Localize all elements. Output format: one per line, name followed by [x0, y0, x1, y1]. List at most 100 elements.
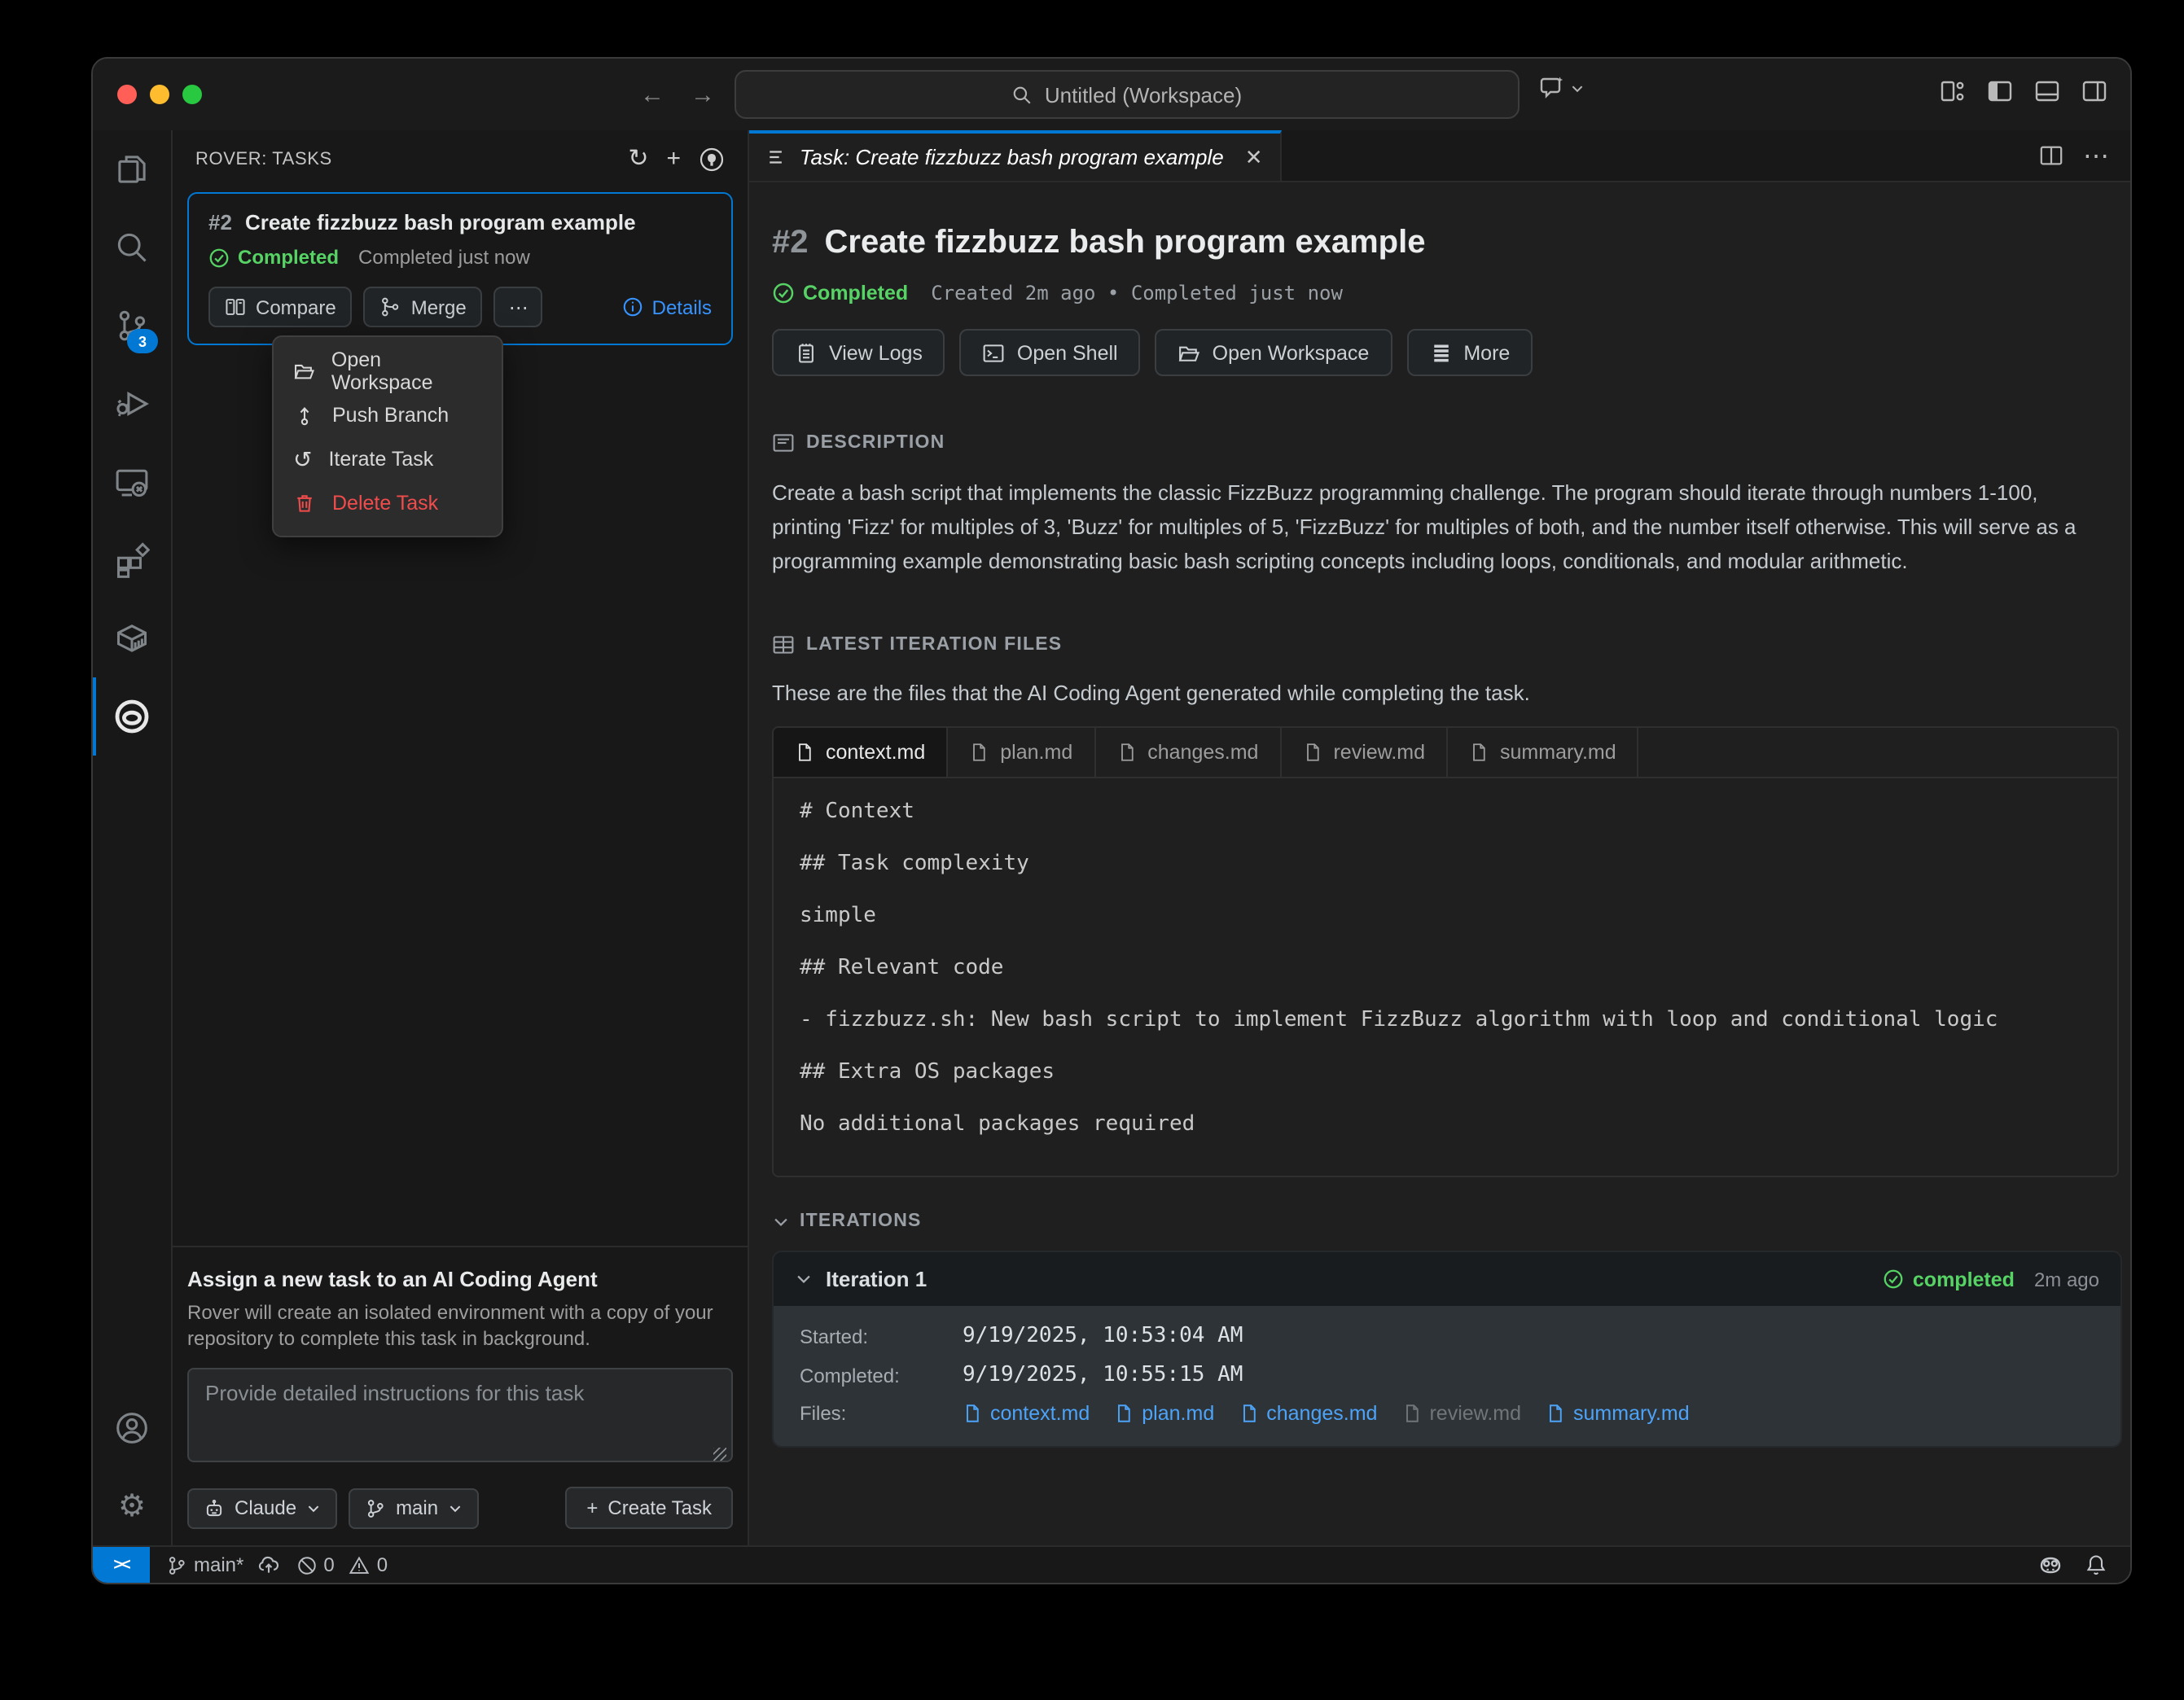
more-button[interactable]: More — [1406, 329, 1533, 376]
push-branch-icon — [293, 403, 316, 426]
copilot-menu-button[interactable] — [1539, 75, 1585, 101]
rover-view-button[interactable] — [93, 677, 171, 756]
file-icon — [1239, 1404, 1258, 1423]
close-tab-icon[interactable]: ✕ — [1245, 144, 1263, 170]
explorer-view-button[interactable] — [93, 130, 171, 208]
iterations-heading: ITERATIONS — [800, 1211, 922, 1231]
warning-count: 0 — [377, 1553, 388, 1576]
create-task-button[interactable]: + Create Task — [565, 1487, 733, 1529]
remote-indicator[interactable]: >< — [93, 1547, 150, 1583]
customize-layout-icon[interactable] — [1940, 78, 1966, 104]
file-link-summary[interactable]: summary.md — [1546, 1402, 1690, 1425]
git-branch-icon — [365, 1497, 386, 1518]
add-task-icon[interactable]: + — [666, 147, 681, 171]
details-link[interactable]: Details — [623, 296, 712, 318]
source-control-view-button[interactable]: 3 — [93, 287, 171, 365]
toggle-primary-sidebar-icon[interactable] — [1987, 78, 2013, 104]
split-editor-icon[interactable] — [2039, 143, 2063, 168]
agent-select[interactable]: Claude — [187, 1488, 337, 1528]
menu-item-open-workspace[interactable]: Open Workspace — [274, 348, 502, 392]
search-icon — [114, 230, 150, 265]
open-shell-label: Open Shell — [1017, 341, 1118, 364]
window-controls — [117, 85, 202, 104]
check-circle-icon — [1884, 1268, 1905, 1290]
menu-item-iterate-task[interactable]: ↺ Iterate Task — [274, 436, 502, 480]
page-title: Create fizzbuzz bash program example — [825, 225, 1426, 262]
maximize-window-button[interactable] — [182, 85, 202, 104]
back-icon[interactable]: ← — [640, 81, 664, 108]
file-link-plan[interactable]: plan.md — [1114, 1402, 1214, 1425]
file-content: # Context ## Task complexity simple ## R… — [774, 778, 2117, 1177]
file-link-changes[interactable]: changes.md — [1239, 1402, 1377, 1425]
workspace-title: Untitled (Workspace) — [1045, 82, 1242, 107]
note-icon — [772, 432, 795, 454]
branch-select[interactable]: main — [349, 1488, 479, 1528]
chevron-down-icon — [448, 1501, 463, 1515]
status-bar: >< main* 0 0 — [93, 1545, 2130, 1583]
file-link-context[interactable]: context.md — [963, 1402, 1090, 1425]
search-view-button[interactable] — [93, 208, 171, 287]
list-icon — [767, 147, 788, 168]
vscode-window: ← → Untitled (Workspace) — [91, 57, 2132, 1584]
task-card[interactable]: #2 Create fizzbuzz bash program example … — [187, 192, 733, 345]
folder-open-icon — [293, 359, 315, 382]
chevron-down-icon — [1570, 81, 1585, 95]
rover-icon — [112, 697, 151, 736]
started-value: 9/19/2025, 10:53:04 AM — [963, 1324, 1243, 1348]
extensions-view-button[interactable] — [93, 521, 171, 599]
file-link-label: summary.md — [1573, 1402, 1690, 1425]
close-window-button[interactable] — [117, 85, 137, 104]
file-tab-plan[interactable]: plan.md — [948, 728, 1095, 777]
details-label: Details — [652, 296, 712, 318]
file-link-review: review.md — [1401, 1402, 1521, 1425]
minimize-window-button[interactable] — [150, 85, 169, 104]
settings-button[interactable]: ⚙ — [93, 1467, 171, 1545]
iteration-header[interactable]: Iteration 1 completed 2m ago — [774, 1252, 2120, 1306]
container-icon — [114, 620, 150, 656]
toggle-secondary-sidebar-icon[interactable] — [2081, 78, 2107, 104]
forward-icon[interactable]: → — [691, 81, 715, 108]
iterations-section-header[interactable]: ITERATIONS — [772, 1211, 2111, 1231]
compare-button[interactable]: Compare — [208, 287, 353, 327]
file-tab-review[interactable]: review.md — [1281, 728, 1448, 777]
task-instructions-input[interactable] — [187, 1368, 733, 1462]
copilot-icon[interactable] — [2037, 1552, 2063, 1578]
git-branch-icon — [166, 1554, 187, 1575]
command-center-search[interactable]: Untitled (Workspace) — [735, 70, 1520, 119]
bell-icon[interactable] — [2085, 1553, 2107, 1576]
menu-item-push-branch[interactable]: Push Branch — [274, 392, 502, 436]
run-debug-view-button[interactable] — [93, 365, 171, 443]
github-icon[interactable] — [699, 146, 725, 172]
markdown-line: # Context — [800, 800, 2091, 824]
refresh-icon[interactable]: ↻ — [628, 147, 648, 171]
remote-explorer-view-button[interactable] — [93, 443, 171, 521]
task-more-actions-button[interactable]: ⋯ — [494, 287, 543, 327]
menu-item-delete-task[interactable]: Delete Task — [274, 480, 502, 524]
task-editor-tab[interactable]: Task: Create fizzbuzz bash program examp… — [749, 130, 1283, 181]
toggle-panel-icon[interactable] — [2034, 78, 2060, 104]
open-workspace-button[interactable]: Open Workspace — [1156, 329, 1392, 376]
file-tab-changes[interactable]: changes.md — [1095, 728, 1281, 777]
view-logs-button[interactable]: View Logs — [772, 329, 945, 376]
file-tab-context[interactable]: context.md — [774, 728, 948, 777]
accounts-button[interactable] — [93, 1389, 171, 1467]
editor-more-actions-icon[interactable]: ⋯ — [2083, 139, 2109, 172]
file-tab-label: review.md — [1333, 741, 1425, 764]
problems-status-item[interactable]: 0 0 — [296, 1553, 388, 1576]
iteration-ago: 2m ago — [2034, 1268, 2099, 1290]
branch-value: main — [396, 1496, 438, 1519]
merge-button[interactable]: Merge — [364, 287, 483, 327]
branch-status-item[interactable]: main* — [166, 1553, 279, 1576]
sidebar-header: ROVER: TASKS ↻ + — [173, 130, 748, 187]
file-tab-summary[interactable]: summary.md — [1448, 728, 1639, 777]
editor-area: Task: Create fizzbuzz bash program examp… — [749, 130, 2130, 1545]
latest-files-intro: These are the files that the AI Coding A… — [772, 681, 2111, 705]
file-link-label: plan.md — [1142, 1402, 1214, 1425]
file-icon — [969, 743, 989, 762]
open-shell-button[interactable]: Open Shell — [960, 329, 1141, 376]
iteration-title: Iteration 1 — [826, 1267, 927, 1291]
trash-icon — [293, 491, 316, 514]
containers-view-button[interactable] — [93, 599, 171, 677]
task-timestamps: Created 2m ago • Completed just now — [931, 282, 1343, 305]
create-task-label: Create Task — [607, 1496, 712, 1519]
